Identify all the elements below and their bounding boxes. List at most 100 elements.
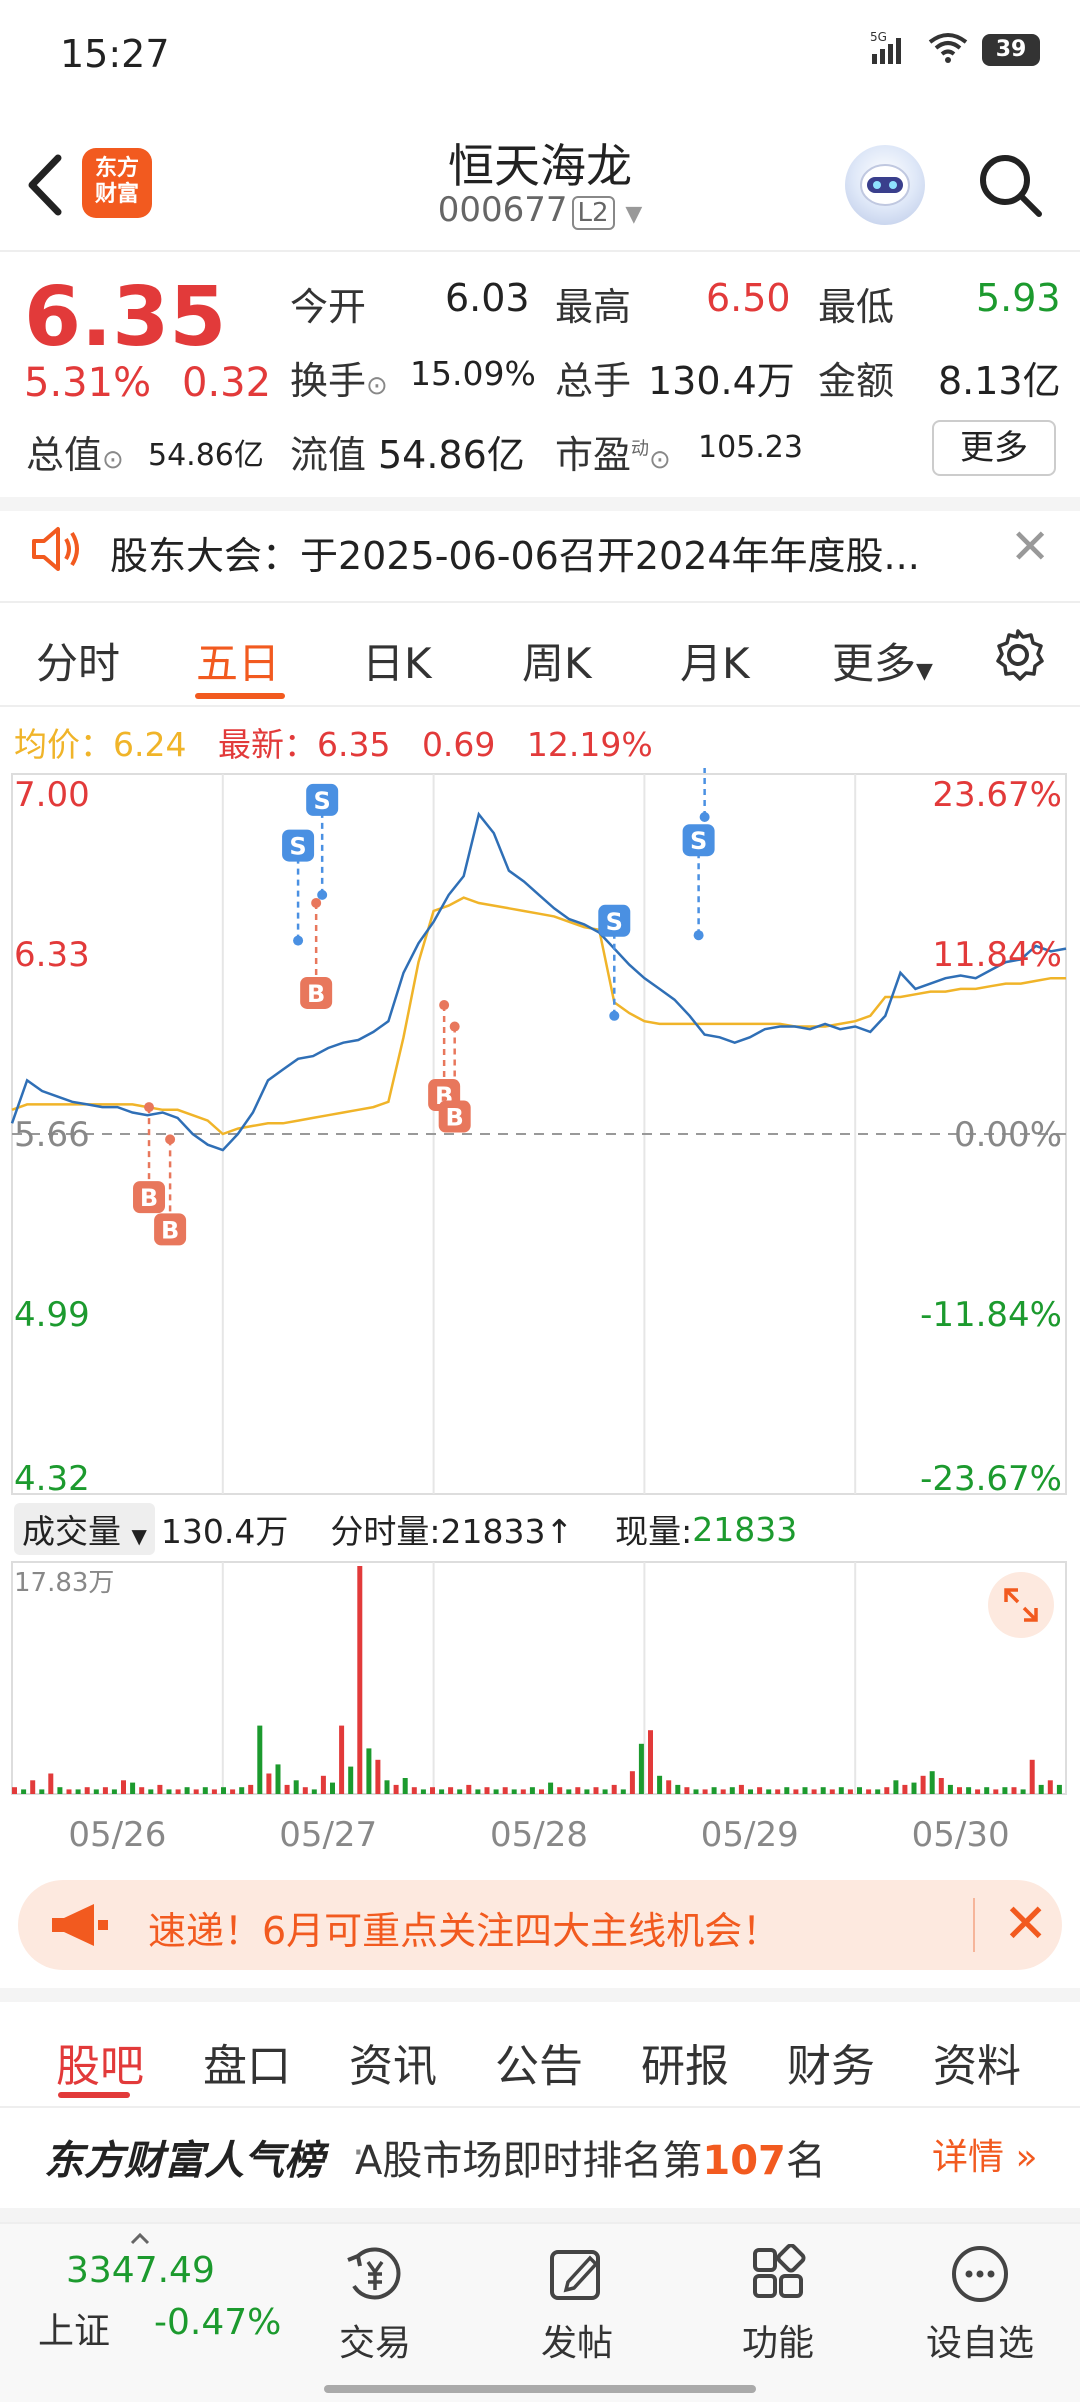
x-tick-date: 05/28 <box>490 1815 588 1855</box>
mktcap-value: 54.86亿 <box>148 438 264 473</box>
volume-bar <box>811 1789 817 1794</box>
price-chart[interactable]: BBSBSBBSSS 7.006.335.664.994.3223.67%11.… <box>0 768 1080 1508</box>
volume-bar <box>57 1787 63 1794</box>
volume-indicator-select[interactable]: 成交量 ▼ <box>14 1503 155 1555</box>
volume-bar <box>1038 1784 1044 1794</box>
speaker-icon <box>28 523 84 579</box>
nav-functions[interactable]: 功能 <box>708 2243 848 2366</box>
volume-bar <box>457 1789 463 1794</box>
volume-chart[interactable]: 05/26 05/27 05/28 05/29 05/30 <box>0 1556 1080 1856</box>
volume-bar <box>266 1773 272 1794</box>
expand-icon[interactable] <box>988 1572 1054 1638</box>
index-name[interactable]: 上证 <box>38 2302 110 2354</box>
trade-marker-dot <box>317 889 328 900</box>
gear-icon[interactable] <box>990 627 1046 687</box>
volume-bar <box>1002 1787 1008 1794</box>
volume-bar <box>729 1787 735 1794</box>
trade-marker-dot <box>699 811 710 822</box>
assistant-avatar[interactable] <box>845 145 925 225</box>
volume-bar <box>975 1789 981 1794</box>
trade-icon <box>347 2247 401 2300</box>
volume-bar <box>1029 1759 1035 1794</box>
trade-marker-dot <box>293 935 304 946</box>
index-change[interactable]: -0.47% <box>154 2302 281 2343</box>
volume-bar <box>339 1725 345 1794</box>
turnover-label: 换手⊙ <box>290 359 388 403</box>
volume-bar <box>720 1789 726 1794</box>
volume-bar <box>775 1789 781 1794</box>
volume-bar <box>402 1778 408 1794</box>
info-icon[interactable]: ⊙ <box>366 371 388 401</box>
tab-monthly-k[interactable]: 月K <box>680 630 750 691</box>
ranking-detail-link[interactable]: 详情 » <box>932 2128 1038 2180</box>
tab-more[interactable]: 更多▼ <box>832 630 933 691</box>
pe-value: 105.23 <box>698 430 803 465</box>
volume-bar <box>111 1789 117 1794</box>
volume-bar <box>148 1789 154 1794</box>
trade-marker-dot <box>144 1102 155 1113</box>
tab-news[interactable]: 资讯 <box>349 2030 437 2094</box>
volume-bar <box>857 1787 862 1794</box>
megaphone-icon <box>48 1900 112 1954</box>
volume-bar <box>1056 1784 1062 1794</box>
volume-bar <box>748 1789 753 1794</box>
volume-bar <box>638 1743 644 1794</box>
volume-bar <box>838 1787 844 1794</box>
volume-bar <box>221 1787 226 1794</box>
tab-weekly-k[interactable]: 周K <box>522 630 592 691</box>
tab-research[interactable]: 研报 <box>641 2030 729 2094</box>
volume-total: 130.4万 <box>160 1512 289 1551</box>
volume-bar <box>902 1784 908 1794</box>
home-indicator <box>324 2385 756 2393</box>
volume-bar <box>920 1775 926 1794</box>
float-label: 流值 <box>290 433 367 477</box>
marker-label: S <box>289 833 306 861</box>
volume-bar <box>230 1789 236 1794</box>
promo-banner[interactable]: 速递！6月可重点关注四大主线机会！ ✕ <box>18 1880 1062 1970</box>
float-value: 54.86亿 <box>378 433 525 477</box>
tab-profile[interactable]: 资料 <box>933 2030 1021 2094</box>
mktcap-label: 总值⊙ <box>26 433 124 477</box>
change-amount: 0.32 <box>182 360 272 406</box>
more-icon <box>952 2246 1008 2302</box>
notice-bar[interactable]: 股东大会：于2025-06-06召开2024年年度股... ✕ <box>0 497 1080 603</box>
tab-five-day[interactable]: 五日 <box>196 630 280 691</box>
volume-bar <box>793 1789 799 1794</box>
tab-daily-k[interactable]: 日K <box>362 630 432 691</box>
volume-bar <box>284 1784 290 1794</box>
tick-volume: 分时量:21833↑ <box>330 1512 574 1551</box>
high-label: 最高 <box>555 285 632 329</box>
double-chevron-right-icon: » <box>1015 2137 1038 2178</box>
info-icon[interactable]: ⊙ <box>649 445 671 475</box>
search-icon[interactable] <box>975 150 1045 220</box>
tab-intraday[interactable]: 分时 <box>36 630 120 691</box>
index-value[interactable]: 3347.49 <box>66 2250 215 2291</box>
trade-marker-dot <box>449 1021 460 1032</box>
close-icon[interactable]: ✕ <box>1010 519 1050 575</box>
tab-pankou[interactable]: 盘口 <box>203 2030 291 2094</box>
volume-frame <box>11 1561 1067 1795</box>
y-tick-right: 0.00% <box>954 1115 1062 1155</box>
volume-bar <box>130 1782 136 1794</box>
quote-panel: 6.35 5.31% 0.32 今开 6.03 最高 6.50 最低 5.93 … <box>0 252 1080 511</box>
volume-bar <box>493 1789 499 1794</box>
volume-bar <box>993 1789 999 1794</box>
popularity-ranking[interactable]: 东方财富人气榜 · A股市场即时排名第107名 详情 » <box>0 2096 1080 2222</box>
status-time: 15:27 <box>60 32 170 76</box>
volume-bar <box>875 1789 881 1794</box>
info-icon[interactable]: ⊙ <box>102 445 124 475</box>
tab-announcements[interactable]: 公告 <box>495 2030 583 2094</box>
volume-bar <box>93 1789 99 1794</box>
volume-bar <box>1047 1780 1053 1794</box>
nav-add-watchlist[interactable]: 设自选 <box>910 2244 1050 2366</box>
more-button[interactable]: 更多 <box>932 420 1056 476</box>
volume-bar <box>539 1789 544 1794</box>
amount-label: 金额 <box>818 359 895 403</box>
tab-guba[interactable]: 股吧 <box>56 2030 144 2094</box>
close-icon[interactable]: ✕ <box>1003 1892 1048 1955</box>
nav-trade[interactable]: 交易 <box>305 2244 445 2366</box>
tab-finance[interactable]: 财务 <box>787 2030 875 2094</box>
volume-bar <box>593 1787 599 1794</box>
nav-post[interactable]: 发帖 <box>507 2244 647 2366</box>
y-tick-left: 4.99 <box>14 1295 90 1335</box>
